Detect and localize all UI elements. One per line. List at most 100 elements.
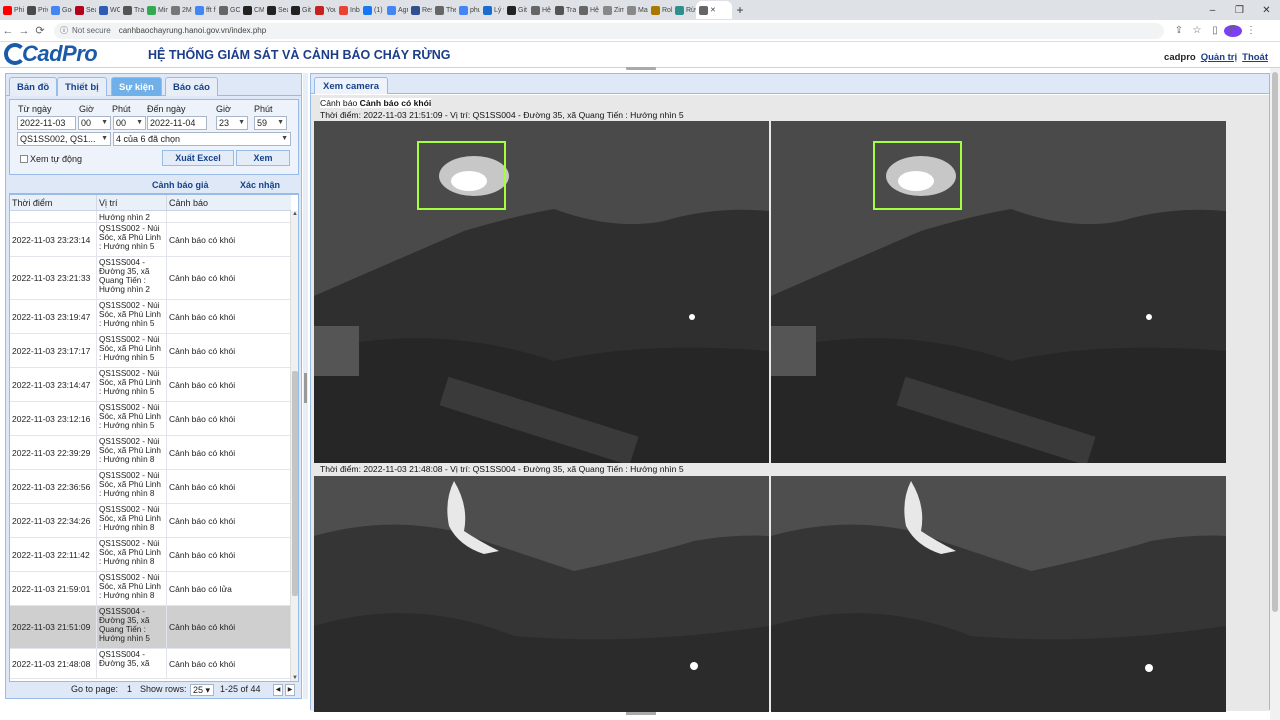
top-resize-handle[interactable] [626,67,656,70]
panel-splitter[interactable] [303,73,308,699]
tab-events[interactable]: Sự kiện [111,77,162,96]
star-icon[interactable]: ☆ [1188,25,1206,37]
to-date-input[interactable]: 2022-11-04 [147,116,207,130]
col-alert-header[interactable]: Cảnh báo [167,195,291,210]
browser-tab[interactable]: Min [144,1,168,19]
table-row[interactable]: 2022-11-03 22:11:42 QS1SS002 - Núi Sóc, x… [10,538,291,572]
from-date-input[interactable]: 2022-11-03 [17,116,76,130]
table-row[interactable]: 2022-11-03 23:23:14 QS1SS002 - Núi Sóc, x… [10,223,291,257]
forward-icon[interactable]: → [16,25,32,37]
back-icon[interactable]: ← [0,25,16,37]
browser-tab[interactable]: Zim [600,1,624,19]
to-hour-select[interactable]: 23 ▼ [216,116,248,130]
browser-tab[interactable]: Traf [552,1,576,19]
close-window-icon[interactable]: ✕ [1253,5,1280,16]
browser-tab[interactable]: Traf [120,1,144,19]
menu-icon[interactable]: ⋮ [1242,25,1260,37]
new-tab-button[interactable]: + [732,3,748,17]
scroll-down-icon[interactable]: ▼ [291,675,298,681]
table-row[interactable]: 2022-11-03 23:19:47 QS1SS002 - Núi Sóc, x… [10,300,291,334]
browser-tab[interactable]: WO [96,1,120,19]
page-input[interactable]: 1 [125,684,141,696]
url-input[interactable]: ⓘ Not secure canhbaochayrung.hanoi.gov.v… [54,22,1164,39]
col-time-header[interactable]: Thời điểm [10,195,97,210]
event2-image-1[interactable] [314,476,769,712]
table-row[interactable]: 2022-11-03 23:17:17 QS1SS002 - Núi Sóc, x… [10,334,291,368]
event2-image-2[interactable] [771,476,1226,712]
tab-view-camera[interactable]: Xem camera [314,77,388,94]
view-button[interactable]: Xem [236,150,290,166]
browser-tab[interactable]: Privacy [24,1,48,19]
table-row[interactable]: 2022-11-03 22:39:29 QS1SS002 - Núi Sóc, x… [10,436,291,470]
grid-scroll-thumb[interactable] [292,371,298,596]
browser-tab[interactable]: Your [312,1,336,19]
browser-tab[interactable]: Hệ t [528,1,552,19]
admin-link[interactable]: Quản trị [1201,52,1237,63]
from-hour-select[interactable]: 00 ▼ [78,116,111,130]
false-alarm-button[interactable]: Cảnh báo giả [152,180,209,190]
to-minute-select[interactable]: 59 ▼ [254,116,287,130]
browser-tab[interactable]: (1) F [360,1,384,19]
scroll-up-icon[interactable]: ▲ [291,211,298,217]
tab-map[interactable]: Bản đồ [9,77,58,96]
browser-tab[interactable]: Lý t [480,1,504,19]
prev-page-icon[interactable]: ◀ [273,684,283,696]
browser-tab[interactable]: Goo [48,1,72,19]
table-row[interactable]: 2022-11-03 22:34:26 QS1SS002 - Núi Sóc, x… [10,504,291,538]
logout-link[interactable]: Thoát [1242,52,1268,63]
table-row[interactable]: 2022-11-03 23:14:47 QS1SS002 - Núi Sóc, x… [10,368,291,402]
rows-select[interactable]: 25 ▾ [190,684,214,696]
page-scroll-thumb[interactable] [1272,72,1278,612]
browser-tab[interactable]: Hệ t [576,1,600,19]
bottom-resize-handle[interactable] [626,712,656,715]
table-row[interactable]: 2022-11-03 21:59:01 QS1SS002 - Núi Sóc, x… [10,572,291,606]
auto-view-checkbox[interactable] [20,155,28,163]
browser-tab[interactable]: Rob [648,1,672,19]
info-icon[interactable]: ⓘ [60,25,68,36]
share-icon[interactable]: ⇪ [1170,25,1188,37]
browser-tab[interactable]: Rese [408,1,432,19]
browser-tab[interactable]: phu [456,1,480,19]
browser-tab[interactable]: Rừn [672,1,696,19]
browser-tab[interactable]: Phi [0,1,24,19]
browser-tab[interactable]: CMI [240,1,264,19]
tab-reports[interactable]: Báo cáo [165,77,218,96]
browser-tab[interactable]: The [432,1,456,19]
device-multiselect[interactable]: QS1SS002, QS1... ▼ [17,132,111,146]
confirm-button[interactable]: Xác nhận [240,180,280,190]
col-location-header[interactable]: Vị trí [97,195,167,210]
browser-tab[interactable]: Git [288,1,312,19]
browser-tab[interactable]: Map [624,1,648,19]
maximize-icon[interactable]: ❐ [1226,5,1253,16]
from-minute-select[interactable]: 00 ▼ [113,116,146,130]
table-row[interactable]: 2022-11-03 21:51:09 QS1SS004 - Đường 35, … [10,606,291,649]
table-row[interactable]: 2022-11-03 22:36:56 QS1SS002 - Núi Sóc, x… [10,470,291,504]
event1-image-1[interactable] [314,121,769,463]
browser-tab[interactable]: 2MF [168,1,192,19]
grid-scrollbar[interactable]: ▲ ▼ [290,211,298,681]
next-page-icon[interactable]: ▶ [285,684,295,696]
browser-tab[interactable]: Inbo [336,1,360,19]
profile-avatar[interactable]: P [1224,24,1242,37]
page-scrollbar[interactable] [1270,68,1280,720]
alert-type-multiselect[interactable]: 4 của 6 đã chọn ▼ [113,132,291,146]
browser-tab[interactable]: Git [504,1,528,19]
sidepanel-icon[interactable]: ▯ [1206,25,1224,37]
table-row[interactable]: 2022-11-03 21:48:08 QS1SS004 - Đường 35, … [10,649,291,679]
tab-devices[interactable]: Thiết bị [57,77,107,96]
browser-tab[interactable]: Agri [384,1,408,19]
reload-icon[interactable]: ⟳ [32,24,48,37]
browser-tab[interactable]: ✕ [696,1,732,19]
browser-tab[interactable]: Sea [72,1,96,19]
table-row[interactable]: 2022-11-03 23:12:16 QS1SS002 - Núi Sóc, x… [10,402,291,436]
close-tab-icon[interactable]: ✕ [710,6,716,14]
table-row[interactable]: Hướng nhìn 2 [10,211,291,223]
browser-tab[interactable]: fft fr [192,1,216,19]
minimize-icon[interactable]: – [1199,5,1226,16]
browser-tab[interactable]: GCC [216,1,240,19]
splitter-grip[interactable] [304,373,307,403]
event1-image-2[interactable] [771,121,1226,463]
browser-tab[interactable]: Sear [264,1,288,19]
table-row[interactable]: 2022-11-03 23:21:33 QS1SS004 - Đường 35, … [10,257,291,300]
export-excel-button[interactable]: Xuất Excel [162,150,234,166]
